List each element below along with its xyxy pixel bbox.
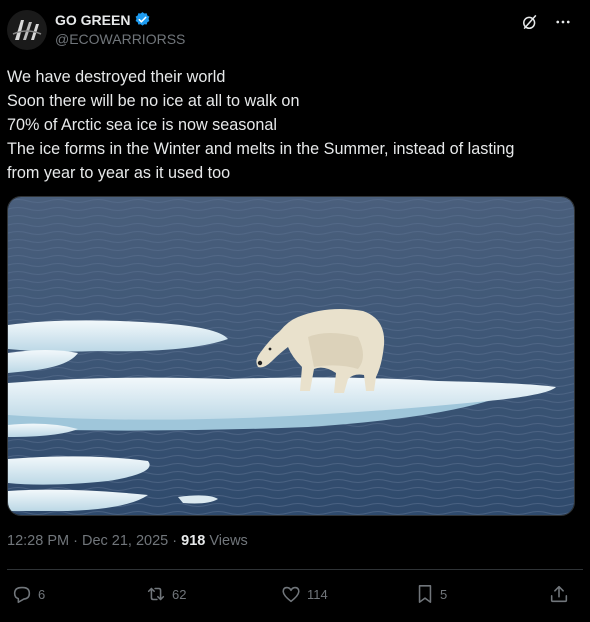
repost-icon	[147, 587, 165, 601]
grok-icon[interactable]	[520, 12, 540, 32]
post-line: We have destroyed their world	[7, 68, 226, 86]
post-media[interactable]	[7, 196, 575, 516]
repost-count: 62	[172, 586, 187, 602]
bookmark-button[interactable]: 5	[415, 583, 447, 605]
meta-separator: ·	[73, 533, 78, 549]
post-line: from year to year as it used too	[7, 164, 231, 182]
views-label: Views	[209, 533, 248, 549]
action-bar: 6 62 114 5	[0, 583, 590, 607]
share-button[interactable]	[548, 583, 570, 605]
like-count: 114	[307, 586, 328, 602]
reply-count: 6	[38, 586, 46, 602]
post-line: 70% of Arctic sea ice is now seasonal	[7, 116, 277, 134]
post-date[interactable]: Dec 21, 2025	[82, 533, 168, 549]
post-text: We have destroyed their world Soon there…	[7, 65, 567, 185]
post-time[interactable]: 12:28 PM	[7, 533, 69, 549]
author-handle[interactable]: @ECOWARRIORSS	[55, 31, 185, 47]
author-name[interactable]: GO GREEN	[55, 12, 130, 28]
reply-icon	[13, 586, 31, 604]
avatar-logo-icon	[7, 10, 47, 50]
like-button[interactable]: 114	[280, 583, 328, 605]
more-options-icon[interactable]	[554, 13, 572, 31]
divider	[7, 569, 583, 570]
post-line: Soon there will be no ice at all to walk…	[7, 92, 300, 110]
post-line: The ice forms in the Winter and melts in…	[7, 140, 515, 158]
avatar[interactable]	[7, 10, 47, 50]
reply-button[interactable]: 6	[11, 583, 45, 605]
bookmark-count: 5	[440, 586, 448, 602]
views-count: 918	[181, 533, 206, 549]
polar-bear-photo-icon	[8, 197, 574, 515]
verified-badge-icon	[136, 12, 150, 26]
meta-separator: ·	[172, 533, 178, 549]
bookmark-icon	[418, 585, 432, 603]
repost-button[interactable]: 62	[145, 583, 186, 605]
post-meta: 12:28 PM · Dec 21, 2025 · 918 Views	[7, 533, 248, 549]
heart-icon	[282, 586, 300, 603]
share-icon	[550, 585, 568, 603]
